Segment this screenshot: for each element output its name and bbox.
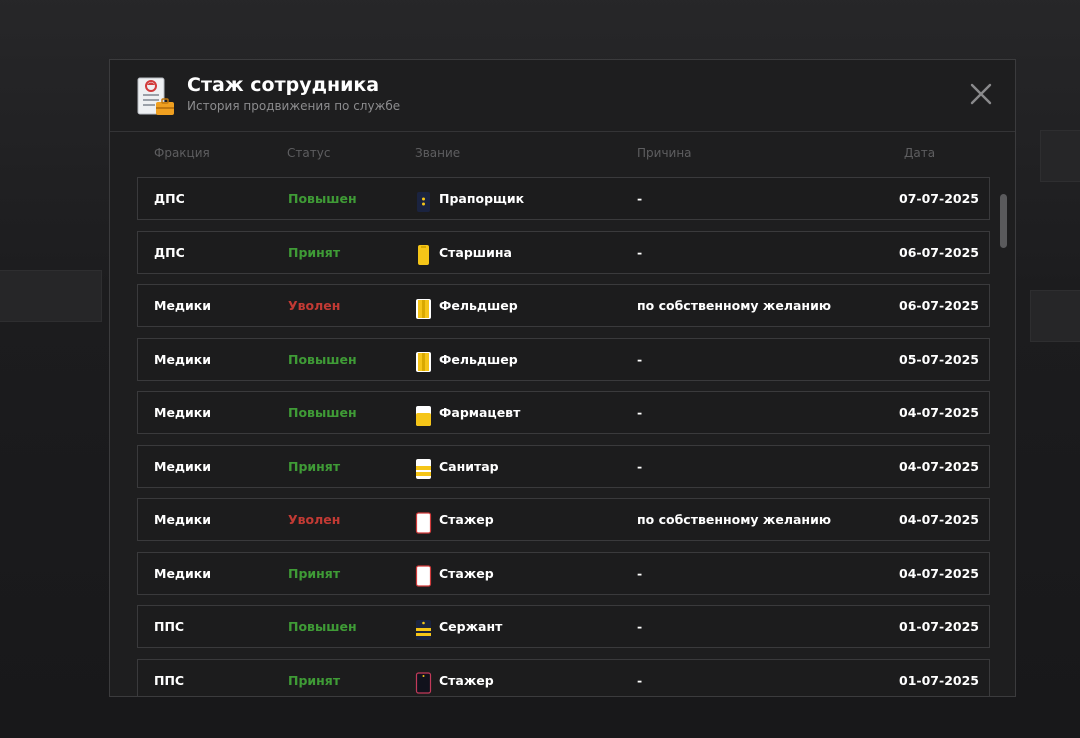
row-reason: по собственному желанию bbox=[637, 512, 831, 527]
table-row[interactable]: Медики Уволен Стажер по собственному жел… bbox=[137, 498, 990, 541]
row-date: 04-07-2025 bbox=[899, 458, 979, 474]
column-header-faction: Фракция bbox=[154, 146, 210, 160]
row-rank: Фельдшер bbox=[415, 285, 518, 326]
row-rank: Прапорщик bbox=[415, 178, 524, 219]
row-date: 04-07-2025 bbox=[899, 565, 979, 581]
row-reason: - bbox=[637, 672, 643, 688]
table-header: Фракция Статус Звание Причина Дата bbox=[137, 146, 989, 164]
yellow-epaulet-icon bbox=[415, 241, 432, 265]
background-panel bbox=[1030, 290, 1080, 342]
row-faction: ППС bbox=[154, 619, 185, 634]
employment-record-icon bbox=[136, 76, 176, 118]
white-yellow-epaulet-icon bbox=[415, 402, 432, 426]
row-reason: - bbox=[637, 405, 643, 420]
row-status: Принят bbox=[288, 458, 341, 474]
column-header-status: Статус bbox=[287, 146, 331, 160]
row-rank: Старшина bbox=[415, 232, 512, 273]
row-status: Уволен bbox=[288, 512, 341, 527]
row-rank: Стажер bbox=[415, 660, 494, 697]
row-faction: ДПС bbox=[154, 191, 185, 206]
row-rank-label: Сержант bbox=[439, 619, 503, 634]
dark-epaulet-icon bbox=[415, 669, 432, 694]
row-reason: - bbox=[637, 619, 643, 634]
table-row[interactable]: Медики Повышен Фармацевт - 04-07-2025 bbox=[137, 391, 990, 434]
yellow-striped-epaulet-icon bbox=[415, 295, 432, 319]
employee-seniority-modal: Стаж сотрудника История продвижения по с… bbox=[109, 59, 1016, 697]
row-reason: - bbox=[637, 244, 643, 260]
row-status: Повышен bbox=[288, 619, 357, 634]
table-row[interactable]: ДПС Принят Старшина - 06-07-2025 bbox=[137, 230, 990, 274]
row-date: 04-07-2025 bbox=[899, 512, 979, 527]
background-panel bbox=[1040, 130, 1080, 182]
scrollbar-thumb[interactable] bbox=[1000, 194, 1007, 248]
row-faction: Медики bbox=[154, 565, 212, 581]
white-yellow-stripes-epaulet-icon bbox=[415, 455, 432, 479]
row-reason: - bbox=[637, 351, 643, 367]
table-row[interactable]: Медики Повышен Фельдшер - 05-07-2025 bbox=[137, 337, 990, 381]
row-status: Принят bbox=[288, 672, 341, 688]
row-rank: Фельдшер bbox=[415, 339, 518, 380]
row-rank: Санитар bbox=[415, 446, 499, 487]
row-date: 04-07-2025 bbox=[899, 405, 979, 420]
modal-subtitle: История продвижения по службе bbox=[187, 99, 401, 113]
modal-header: Стаж сотрудника История продвижения по с… bbox=[110, 60, 1015, 132]
yellow-striped-epaulet-icon bbox=[415, 348, 432, 372]
row-rank: Сержант bbox=[415, 606, 502, 647]
navy-epaulet-icon bbox=[415, 188, 432, 212]
row-reason: - bbox=[637, 191, 643, 206]
column-header-date: Дата bbox=[904, 146, 936, 160]
white-epaulet-icon bbox=[415, 509, 432, 534]
table-row[interactable]: Медики Принят Стажер - 04-07-2025 bbox=[137, 551, 990, 595]
white-epaulet-icon bbox=[415, 562, 432, 587]
row-rank-label: Стажер bbox=[439, 565, 494, 581]
row-date: 06-07-2025 bbox=[899, 244, 979, 260]
row-rank: Стажер bbox=[415, 553, 494, 594]
row-rank-label: Фельдшер bbox=[439, 298, 518, 313]
table-row[interactable]: ППС Принят Стажер - 01-07-2025 bbox=[137, 658, 990, 697]
background-panel bbox=[0, 270, 102, 322]
row-faction: Медики bbox=[154, 458, 212, 474]
row-rank-label: Старшина bbox=[439, 244, 512, 260]
row-faction: Медики bbox=[154, 298, 212, 313]
row-rank-label: Стажер bbox=[439, 512, 494, 527]
row-date: 06-07-2025 bbox=[899, 298, 979, 313]
row-rank-label: Санитар bbox=[439, 458, 499, 474]
row-date: 05-07-2025 bbox=[899, 351, 979, 367]
row-reason: - bbox=[637, 565, 643, 581]
column-header-rank: Звание bbox=[415, 146, 461, 160]
navy-yellow-stripes-epaulet-icon bbox=[415, 616, 432, 640]
row-status: Уволен bbox=[288, 298, 341, 313]
row-rank-label: Прапорщик bbox=[439, 191, 525, 206]
table-row[interactable]: ППС Повышен Сержант - 01-07-2025 bbox=[137, 605, 990, 648]
row-rank-label: Фармацевт bbox=[439, 405, 521, 420]
row-status: Принят bbox=[288, 565, 341, 581]
row-reason: - bbox=[637, 458, 643, 474]
row-faction: Медики bbox=[154, 405, 212, 420]
row-rank-label: Стажер bbox=[439, 672, 494, 688]
column-header-reason: Причина bbox=[637, 146, 692, 160]
row-status: Повышен bbox=[288, 351, 357, 367]
row-faction: ППС bbox=[154, 672, 185, 688]
row-date: 07-07-2025 bbox=[899, 191, 979, 206]
row-rank: Фармацевт bbox=[415, 392, 520, 433]
row-rank: Стажер bbox=[415, 499, 494, 540]
row-faction: Медики bbox=[154, 512, 212, 527]
row-status: Повышен bbox=[288, 405, 357, 420]
row-date: 01-07-2025 bbox=[899, 672, 979, 688]
row-faction: Медики bbox=[154, 351, 212, 367]
table-row[interactable]: ДПС Повышен Прапорщик - 07-07-2025 bbox=[137, 177, 990, 220]
row-status: Повышен bbox=[288, 191, 357, 206]
row-reason: по собственному желанию bbox=[637, 298, 831, 313]
table-row[interactable]: Медики Принят Санитар - 04-07-2025 bbox=[137, 444, 990, 488]
close-icon[interactable] bbox=[969, 82, 993, 106]
row-faction: ДПС bbox=[154, 244, 185, 260]
row-date: 01-07-2025 bbox=[899, 619, 979, 634]
row-rank-label: Фельдшер bbox=[439, 351, 518, 367]
table-row[interactable]: Медики Уволен Фельдшер по собственному ж… bbox=[137, 284, 990, 327]
row-status: Принят bbox=[288, 244, 341, 260]
modal-title: Стаж сотрудника bbox=[187, 74, 380, 96]
